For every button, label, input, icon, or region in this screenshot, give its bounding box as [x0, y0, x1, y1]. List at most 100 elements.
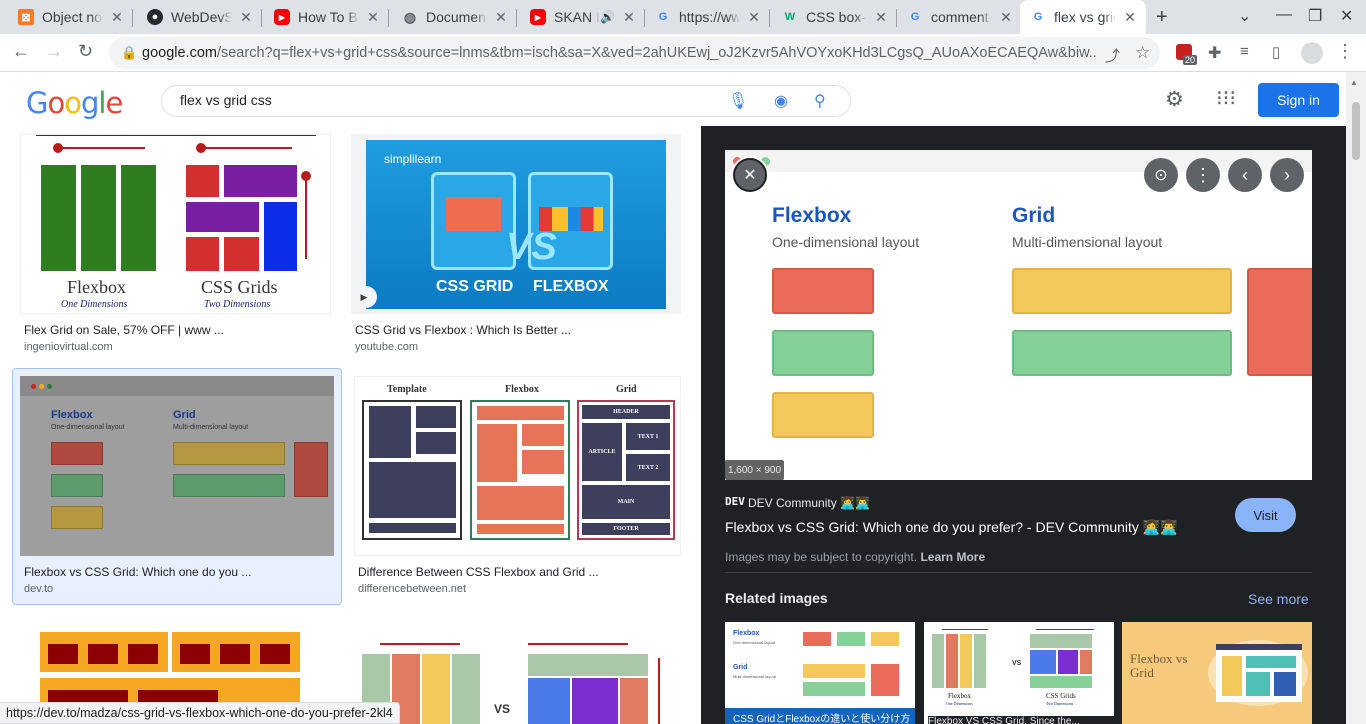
more-options-icon[interactable]: ⋮	[1186, 158, 1220, 192]
apps-grid-icon[interactable]: ⁝⁝⁝	[1216, 86, 1236, 111]
result-caption[interactable]: Flex Grid on Sale, 57% OFF | www ...	[24, 323, 224, 337]
result-source[interactable]: differencebetween.net	[358, 583, 466, 595]
image-preview-panel: Flexbox One-dimensional layout Grid Mult…	[701, 126, 1346, 724]
result-thumbnail[interactable]: simplilearn VS CSS GRID FLEXBOX ▶	[351, 134, 681, 314]
thumb-label: ARTICLE	[582, 423, 622, 481]
browser-tab[interactable]: ● WebDevSimplified ✕	[137, 0, 262, 34]
image-results-grid: Flexbox One Dimensions CSS Grids Two Dim…	[0, 128, 701, 724]
close-tab-icon[interactable]: ✕	[1122, 9, 1138, 26]
scrollbar[interactable]: ▲	[1346, 72, 1366, 724]
back-arrow-icon[interactable]: ←	[12, 41, 30, 62]
youtube-icon: ▶	[274, 9, 290, 25]
sign-in-button[interactable]: Sign in	[1258, 83, 1339, 117]
bookmark-star-icon[interactable]: ☆	[1135, 43, 1150, 63]
image-result[interactable]: simplilearn VS CSS GRID FLEXBOX ▶ CSS Gr…	[351, 134, 681, 364]
thumb-label: HEADER	[582, 405, 670, 419]
address-bar[interactable]: 🔒 google.com/search?q=flex+vs+grid+css&s…	[109, 37, 1160, 69]
close-window-icon[interactable]: ✕	[1340, 6, 1353, 26]
share-icon[interactable]: ⤴	[1105, 45, 1120, 66]
chevron-right-icon[interactable]: ›	[1270, 158, 1304, 192]
thumb-label: Grid	[616, 384, 637, 395]
thumb-label: One-dimensional layout	[733, 640, 776, 645]
gear-icon[interactable]: ⚙	[1165, 87, 1184, 112]
close-tab-icon[interactable]: ✕	[109, 9, 125, 26]
result-thumbnail[interactable]: Template Flexbox Grid HEADER ARTICLE TEX…	[354, 376, 681, 556]
search-input[interactable]	[180, 92, 700, 108]
chevron-down-icon[interactable]: ⌄	[1238, 6, 1251, 26]
result-caption[interactable]: Difference Between CSS Flexbox and Grid …	[358, 565, 599, 579]
browser-tab[interactable]: ▶ How To Build ✕	[264, 0, 389, 34]
reload-icon[interactable]: ↻	[78, 41, 93, 62]
image-dimensions-badge: 1,600 × 900	[725, 460, 784, 480]
visit-button[interactable]: Visit	[1235, 498, 1296, 532]
close-tab-icon[interactable]: ✕	[621, 9, 637, 26]
kebab-menu-icon[interactable]: ⋮	[1336, 41, 1354, 62]
camera-lens-icon[interactable]: ◉	[774, 91, 788, 111]
thumb-label: Flexbox	[505, 384, 539, 395]
browser-tab-active[interactable]: G flex vs grid ✕	[1020, 0, 1146, 34]
preview-title[interactable]: Flexbox vs CSS Grid: Which one do you pr…	[725, 519, 1178, 536]
scrollbar-thumb[interactable]	[1352, 102, 1360, 160]
close-tab-icon[interactable]: ✕	[365, 9, 381, 26]
site-name[interactable]: DEV Community 👩‍💻👨‍💻	[748, 496, 870, 510]
minimize-icon[interactable]: —	[1276, 6, 1292, 24]
lens-search-icon[interactable]: ⊙	[1144, 158, 1178, 192]
result-caption[interactable]: Flexbox vs CSS Grid: Which one do you ..…	[24, 565, 251, 579]
browser-tab[interactable]: ▶ SKAN I 🔊 ✕	[520, 0, 645, 34]
related-image[interactable]: Flexbox One-dimensional layout Grid Mult…	[725, 622, 915, 724]
result-source[interactable]: youtube.com	[355, 341, 418, 353]
dev-logo: DEV	[725, 495, 745, 508]
forward-arrow-icon[interactable]: →	[45, 41, 63, 62]
preview-image[interactable]: Flexbox One-dimensional layout Grid Mult…	[725, 150, 1312, 480]
tab-title: Document	[426, 9, 487, 25]
learn-more-link[interactable]: Learn More	[920, 550, 985, 564]
address-url[interactable]: google.com/search?q=flex+vs+grid+css&sou…	[142, 45, 1097, 61]
side-panel-icon[interactable]: ▯	[1272, 43, 1280, 61]
puzzle-icon[interactable]: ✚	[1208, 43, 1221, 63]
close-tab-icon[interactable]: ✕	[238, 9, 254, 26]
browser-tab[interactable]: G https://www ✕	[645, 0, 770, 34]
image-result[interactable]: Template Flexbox Grid HEADER ARTICLE TEX…	[354, 376, 681, 606]
browser-tab[interactable]: W CSS box-sh ✕	[772, 0, 897, 34]
related-image[interactable]: Flexbox vs Grid	[1122, 622, 1312, 724]
close-tab-icon[interactable]: ✕	[873, 9, 889, 26]
close-icon[interactable]: ✕	[733, 158, 767, 192]
new-tab-icon[interactable]: +	[1156, 6, 1168, 29]
thumb-label: Template	[387, 384, 427, 395]
result-source[interactable]: ingeniovirtual.com	[24, 341, 113, 353]
lock-icon[interactable]: 🔒	[121, 45, 137, 61]
profile-avatar[interactable]	[1301, 42, 1323, 64]
google-logo[interactable]: Google	[26, 86, 123, 120]
chevron-left-icon[interactable]: ‹	[1228, 158, 1262, 192]
tab-title: CSS box-sh	[806, 9, 867, 25]
result-thumbnail[interactable]: Flexbox One Dimensions CSS Grids Two Dim…	[20, 134, 331, 314]
browser-tab[interactable]: ⊠ Object not found ✕	[8, 0, 133, 34]
image-result-selected[interactable]: Flexbox One-dimensional layout Grid Mult…	[12, 368, 342, 605]
scroll-up-icon[interactable]: ▲	[1350, 78, 1358, 87]
result-thumbnail[interactable]: Flexbox One-dimensional layout Grid Mult…	[20, 376, 334, 556]
image-result[interactable]: Flexbox One Dimensions CSS Grids Two Dim…	[20, 134, 331, 364]
speaker-icon[interactable]: 🔊	[600, 10, 615, 24]
thumb-label: Flexbox	[67, 277, 127, 297]
thumb-label: Two Dimensions	[1046, 701, 1074, 706]
status-bar-url: https://dev.to/madza/css-grid-vs-flexbox…	[0, 702, 400, 724]
search-icon[interactable]: ⚲	[814, 91, 826, 111]
result-source[interactable]: dev.to	[24, 583, 53, 595]
thumb-label: One-dimensional layout	[51, 424, 125, 431]
thumb-label: One Dimensions	[61, 299, 128, 310]
microphone-icon[interactable]: 🎙	[728, 91, 748, 111]
copyright-notice: Images may be subject to copyright. Lear…	[725, 550, 986, 564]
see-more-link[interactable]: See more	[1248, 591, 1309, 607]
browser-tab[interactable]: ◍ Document ✕	[392, 0, 517, 34]
close-tab-icon[interactable]: ✕	[493, 9, 509, 26]
result-caption[interactable]: CSS Grid vs Flexbox : Which Is Better ..…	[355, 323, 571, 337]
search-box[interactable]: 🎙 ◉ ⚲	[161, 85, 851, 117]
vs-label: VS	[1012, 660, 1022, 667]
close-tab-icon[interactable]: ✕	[998, 9, 1014, 26]
close-tab-icon[interactable]: ✕	[746, 9, 762, 26]
browser-tab[interactable]: G comment ✕	[897, 0, 1022, 34]
tab-title: Object not found	[42, 9, 103, 25]
media-control-icon[interactable]: ≡	[1240, 43, 1249, 60]
related-image[interactable]: VS Flexbox One Dimensions CSS Grids Two …	[924, 622, 1114, 724]
restore-icon[interactable]: ❐	[1308, 6, 1322, 26]
